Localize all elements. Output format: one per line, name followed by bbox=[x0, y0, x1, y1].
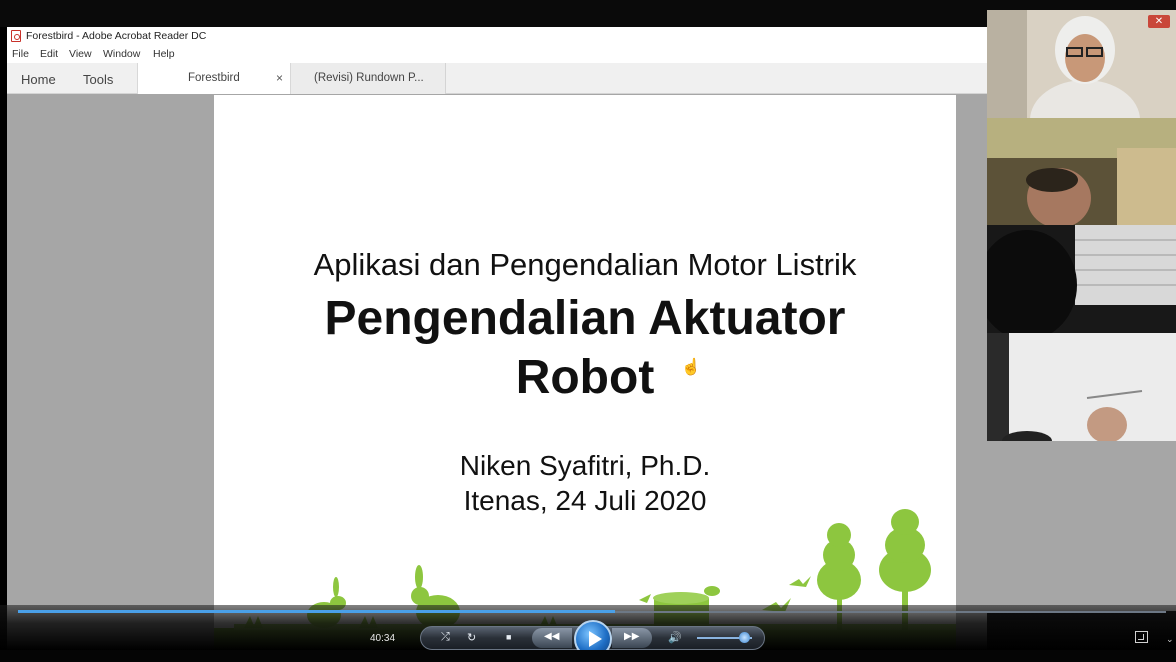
close-icon[interactable]: ✕ bbox=[1148, 15, 1170, 28]
tab-label: (Revisi) Rundown P... bbox=[314, 72, 424, 84]
volume-icon[interactable]: 🔊 bbox=[668, 631, 682, 644]
slide-title-line2: Robot bbox=[515, 351, 655, 404]
slide-title-line1: Pengendalian Aktuator bbox=[324, 292, 846, 345]
rewind-icon: ◀◀ bbox=[544, 631, 560, 642]
right-panel-background bbox=[987, 441, 1176, 611]
fullscreen-icon[interactable] bbox=[1135, 631, 1148, 643]
menu-help[interactable]: Help bbox=[153, 48, 175, 60]
video-participant-2[interactable] bbox=[987, 118, 1176, 225]
video-participant-3[interactable] bbox=[987, 225, 1176, 333]
video-participant-4[interactable] bbox=[987, 333, 1176, 441]
pdf-app-icon bbox=[11, 30, 21, 42]
tab-rundown[interactable]: (Revisi) Rundown P... bbox=[291, 63, 446, 94]
menu-view[interactable]: View bbox=[69, 48, 92, 60]
menu-bar: File Edit View Window Help bbox=[7, 46, 987, 63]
close-icon[interactable]: × bbox=[276, 71, 283, 85]
repeat-icon[interactable]: ↻ bbox=[467, 631, 476, 644]
document-area[interactable]: Aplikasi dan Pengendalian Motor Listrik … bbox=[7, 95, 987, 650]
rewind-button[interactable]: ◀◀ bbox=[532, 628, 572, 648]
tab-tools[interactable]: Tools bbox=[83, 72, 113, 87]
menu-edit[interactable]: Edit bbox=[40, 48, 58, 60]
volume-knob[interactable] bbox=[739, 632, 750, 643]
hand-cursor-icon: ☝ bbox=[681, 359, 701, 376]
pdf-page[interactable]: Aplikasi dan Pengendalian Motor Listrik … bbox=[214, 95, 956, 650]
window-title: Forestbird - Adobe Acrobat Reader DC bbox=[26, 30, 207, 42]
menu-file[interactable]: File bbox=[12, 48, 29, 60]
slide-subtitle: Aplikasi dan Pengendalian Motor Listrik bbox=[313, 247, 857, 282]
stop-icon[interactable]: ■ bbox=[506, 632, 511, 642]
fast-forward-icon: ▶▶ bbox=[624, 631, 640, 642]
tab-bar: Home Tools Forestbird × (Revisi) Rundown… bbox=[7, 63, 987, 94]
menu-window[interactable]: Window bbox=[103, 48, 140, 60]
acrobat-reader-window: Forestbird - Adobe Acrobat Reader DC Fil… bbox=[7, 27, 987, 650]
bottom-black-bar bbox=[0, 650, 1176, 662]
seek-progress bbox=[18, 610, 615, 613]
tab-home[interactable]: Home bbox=[21, 72, 56, 87]
title-bar: Forestbird - Adobe Acrobat Reader DC bbox=[7, 27, 987, 46]
fast-forward-button[interactable]: ▶▶ bbox=[612, 628, 652, 648]
playback-time: 40:34 bbox=[370, 633, 396, 644]
tab-label: Forestbird bbox=[188, 72, 240, 84]
tab-forestbird[interactable]: Forestbird × bbox=[137, 63, 291, 94]
chevron-down-icon[interactable]: ⌄ bbox=[1166, 634, 1174, 645]
shuffle-icon[interactable]: ⤮ bbox=[441, 631, 450, 644]
